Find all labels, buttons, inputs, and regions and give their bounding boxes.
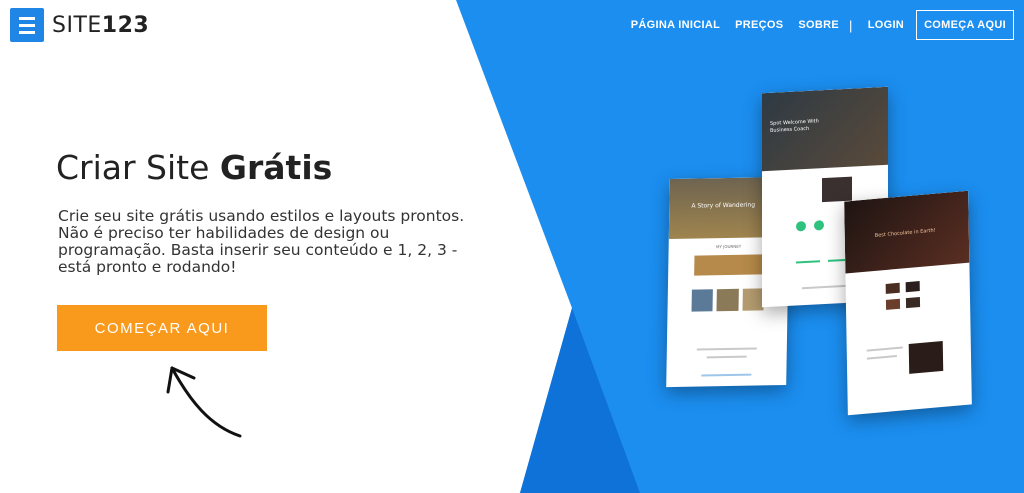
nav-separator: | [849, 17, 853, 33]
title-bold: Grátis [219, 148, 333, 187]
logo-text: SITE123 [52, 13, 149, 38]
mock-hero-text: Spot Welcome With Business Coach [770, 118, 819, 134]
template-preview-chocolate[interactable]: Best Chocolate in Earth! [844, 190, 972, 416]
site-logo[interactable]: SITE123 [10, 8, 149, 42]
nav-home[interactable]: PÁGINA INICIAL [631, 19, 720, 31]
top-nav: PÁGINA INICIAL PREÇOS SOBRE | LOGIN COME… [616, 10, 1014, 40]
nav-login[interactable]: LOGIN [868, 19, 904, 31]
mock-hero-text: Best Chocolate in Earth! [874, 227, 936, 239]
mock-photo [822, 176, 852, 203]
subtitle-line: Não é preciso ter habilidades de design … [58, 224, 390, 242]
nav-about[interactable]: SOBRE [798, 19, 839, 31]
logo-text-prefix: SITE [52, 12, 102, 38]
mock-photo [908, 340, 944, 374]
hero-subtitle: Crie seu site grátis usando estilos e la… [58, 208, 468, 276]
mock-hero: Spot Welcome With Business Coach [762, 86, 888, 172]
subtitle-line: Crie seu site grátis usando estilos e la… [58, 207, 465, 225]
mock-hero-text: A Story of Wandering [691, 201, 756, 210]
mock-product-grid [885, 277, 970, 310]
mock-hero: Best Chocolate in Earth! [844, 190, 970, 274]
mock-gallery [691, 288, 764, 312]
subtitle-line: está pronto e rodando! [58, 258, 237, 276]
logo-text-number: 123 [101, 12, 150, 38]
mock-banner [694, 254, 763, 276]
title-regular: Criar Site [56, 148, 210, 187]
nav-start-button[interactable]: COMEÇA AQUI [916, 10, 1014, 40]
subtitle-line: programação. Basta inserir seu conteúdo … [58, 241, 458, 259]
nav-pricing[interactable]: PREÇOS [735, 19, 783, 31]
page-title: Criar Site Grátis [56, 148, 332, 187]
start-here-button[interactable]: COMEÇAR AQUI [57, 305, 267, 351]
menu-lines-icon [10, 8, 44, 42]
hand-drawn-arrow-icon [166, 366, 242, 438]
